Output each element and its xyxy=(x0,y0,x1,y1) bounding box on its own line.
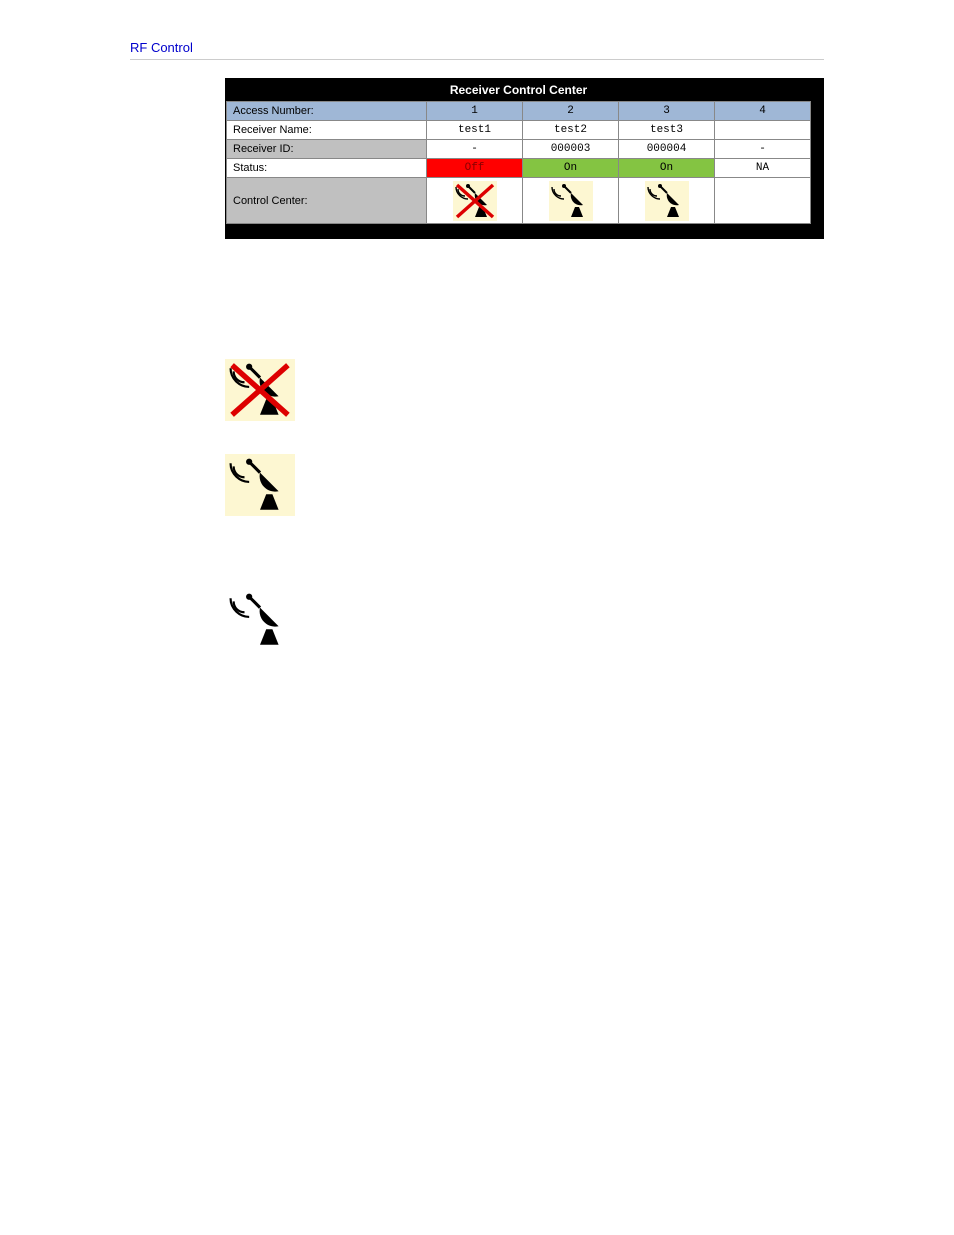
section-title: RF Control xyxy=(130,40,824,55)
table-footer xyxy=(227,224,811,238)
status-1: Off xyxy=(427,159,523,178)
status-3: On xyxy=(619,159,715,178)
dish-off-icon xyxy=(225,359,295,421)
name-4 xyxy=(715,121,811,140)
legend-on-2 xyxy=(130,589,824,654)
dish-on-icon xyxy=(549,181,593,221)
row-access: Access Number: 1 2 3 4 xyxy=(227,102,811,121)
label-name: Receiver Name: xyxy=(227,121,427,140)
access-1[interactable]: 1 xyxy=(427,102,523,121)
status-2: On xyxy=(523,159,619,178)
dish-on-icon xyxy=(225,589,295,651)
access-3[interactable]: 3 xyxy=(619,102,715,121)
legend-on-1 xyxy=(130,454,824,519)
id-4: - xyxy=(715,140,811,159)
divider xyxy=(130,59,824,60)
id-3: 000004 xyxy=(619,140,715,159)
row-status: Status: Off On On NA xyxy=(227,159,811,178)
id-2: 000003 xyxy=(523,140,619,159)
id-1: - xyxy=(427,140,523,159)
name-3: test3 xyxy=(619,121,715,140)
table-title: Receiver Control Center xyxy=(227,79,811,102)
name-1: test1 xyxy=(427,121,523,140)
row-name: Receiver Name: test1 test2 test3 xyxy=(227,121,811,140)
control-3[interactable] xyxy=(619,178,715,224)
legend-off xyxy=(130,359,824,424)
table-title-row: Receiver Control Center xyxy=(227,79,811,102)
label-status: Status: xyxy=(227,159,427,178)
name-2: test2 xyxy=(523,121,619,140)
label-control: Control Center: xyxy=(227,178,427,224)
row-id: Receiver ID: - 000003 000004 - xyxy=(227,140,811,159)
access-4[interactable]: 4 xyxy=(715,102,811,121)
label-id: Receiver ID: xyxy=(227,140,427,159)
dish-on-icon xyxy=(225,454,295,516)
control-1[interactable] xyxy=(427,178,523,224)
row-control: Control Center: xyxy=(227,178,811,224)
access-2[interactable]: 2 xyxy=(523,102,619,121)
control-2[interactable] xyxy=(523,178,619,224)
dish-off-icon xyxy=(453,181,497,221)
receiver-table: Receiver Control Center Access Number: 1… xyxy=(225,78,824,239)
label-access: Access Number: xyxy=(227,102,427,121)
dish-on-icon xyxy=(645,181,689,221)
control-4[interactable] xyxy=(715,178,811,224)
status-4: NA xyxy=(715,159,811,178)
